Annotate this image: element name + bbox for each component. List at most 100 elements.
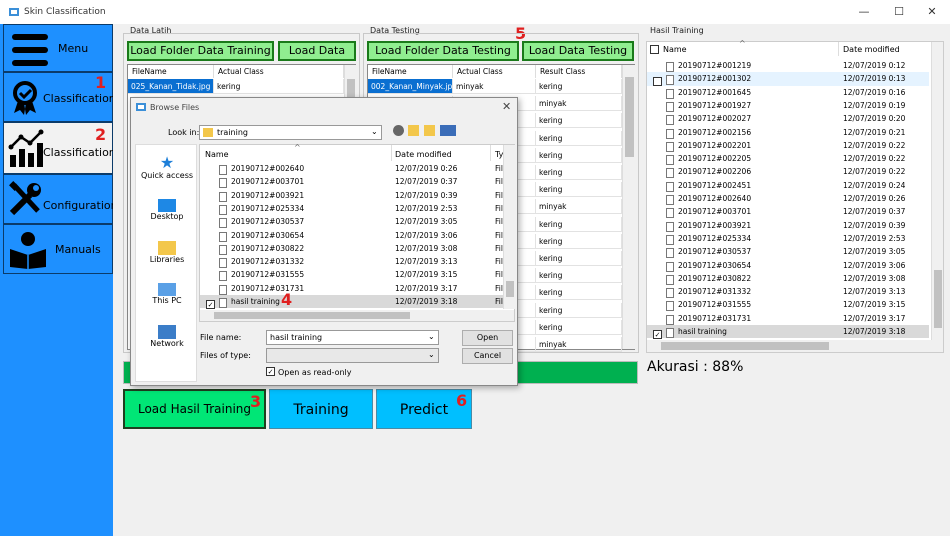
list-item[interactable]: 20190712#002156 12/07/2019 0:21	[647, 126, 929, 139]
cell-filename[interactable]: 025_Kanan_Tidak.jpg	[128, 79, 214, 94]
row-checkbox[interactable]: ✓	[206, 297, 215, 310]
row-checkbox[interactable]: ✓	[653, 327, 662, 340]
scroll-thumb[interactable]	[934, 270, 942, 328]
file-name-input[interactable]: hasil training ⌄	[266, 330, 439, 345]
list-item[interactable]: 20190712#001645 12/07/2019 0:16	[647, 86, 929, 99]
load-data-testing-button[interactable]: Load Data Testing	[522, 41, 634, 61]
cell-result-class[interactable]: minyak	[536, 199, 622, 215]
cell-filename[interactable]: 002_Kanan_Minyak.jpg	[368, 79, 453, 94]
list-item[interactable]: ✓ hasil training 12/07/2019 3:18 Fil	[200, 295, 503, 310]
scroll-thumb[interactable]	[661, 342, 829, 350]
load-hasil-training-button[interactable]: Load Hasil Training	[123, 389, 266, 429]
scroll-thumb[interactable]	[625, 77, 634, 157]
list-item[interactable]: 20190712#002206 12/07/2019 0:22	[647, 165, 929, 179]
select-all-checkbox[interactable]	[650, 45, 659, 54]
place-quick-access[interactable]: ★ Quick access	[136, 155, 198, 181]
list-item[interactable]: 20190712#001219 12/07/2019 0:12	[647, 59, 929, 72]
list-item[interactable]: 20190712#030537 12/07/2019 3:05 Fil	[200, 215, 503, 229]
list-item[interactable]: ✓ hasil training 12/07/2019 3:18	[647, 325, 929, 340]
list-item[interactable]: 20190712#003921 12/07/2019 0:39 Fil	[200, 189, 503, 202]
dialog-close-icon[interactable]: ✕	[502, 100, 511, 113]
look-in-select[interactable]: training ⌄	[199, 125, 382, 140]
list-item[interactable]: 20190712#003921 12/07/2019 0:39	[647, 219, 929, 232]
cell-result-class[interactable]: kering	[536, 268, 622, 284]
list-item[interactable]: 20190712#030537 12/07/2019 3:05	[647, 245, 929, 259]
file-list[interactable]: Name ^ Date modified Ty 20190712#002640 1…	[199, 143, 515, 322]
sidebar-item-classification-2[interactable]: Classification 2	[3, 122, 116, 174]
load-folder-training-button[interactable]: Load Folder Data Training	[127, 41, 274, 61]
column-header[interactable]: Date modified	[843, 45, 900, 54]
cell-result-class[interactable]: kering	[536, 147, 622, 163]
hasil-training-list[interactable]: Name ^ Date modified 20190712#001219 12/0…	[646, 39, 944, 353]
cell-result-class[interactable]: kering	[536, 285, 622, 301]
list-item[interactable]: 20190712#030822 12/07/2019 3:08	[647, 272, 929, 285]
column-header[interactable]: Name	[663, 45, 687, 54]
place-this-pc[interactable]: This PC	[136, 283, 198, 305]
training-button[interactable]: Training	[269, 389, 373, 429]
load-data-button[interactable]: Load Data	[278, 41, 356, 61]
cell-result-class[interactable]: kering	[536, 216, 622, 232]
list-item[interactable]: 20190712#002640 12/07/2019 0:26 Fil	[200, 162, 503, 175]
list-item[interactable]: 20190712#031555 12/07/2019 3:15	[647, 298, 929, 312]
cell-result-class[interactable]: kering	[536, 302, 622, 318]
open-button[interactable]: Open	[462, 330, 513, 346]
place-network[interactable]: Network	[136, 325, 198, 348]
column-header[interactable]: FileName	[368, 65, 453, 78]
maximize-button[interactable]: ☐	[890, 4, 908, 20]
list-item[interactable]: 20190712#031731 12/07/2019 3:17 Fil	[200, 282, 503, 295]
back-icon[interactable]	[393, 125, 404, 136]
scroll-thumb[interactable]	[506, 281, 514, 297]
readonly-checkbox[interactable]: ✓	[266, 367, 275, 376]
cell-result-class[interactable]: kering	[536, 319, 622, 335]
list-item[interactable]: 20190712#031332 12/07/2019 3:13 Fil	[200, 255, 503, 269]
place-libraries[interactable]: Libraries	[136, 241, 198, 264]
list-item[interactable]: 20190712#002205 12/07/2019 0:22	[647, 152, 929, 166]
list-item[interactable]: 20190712#001927 12/07/2019 0:19	[647, 99, 929, 112]
vertical-scrollbar[interactable]	[931, 42, 943, 340]
column-header[interactable]: FileName	[128, 65, 214, 78]
load-folder-testing-button[interactable]: Load Folder Data Testing	[367, 41, 519, 61]
place-desktop[interactable]: Desktop	[136, 199, 198, 221]
vertical-scrollbar[interactable]	[503, 145, 515, 309]
list-item[interactable]: 20190712#002451 12/07/2019 0:24	[647, 179, 929, 192]
list-item[interactable]: 20190712#003701 12/07/2019 0:37	[647, 205, 929, 219]
cell-result-class[interactable]: kering	[536, 113, 622, 129]
column-header[interactable]: Date modified	[395, 150, 452, 159]
list-item[interactable]: 20190712#031731 12/07/2019 3:17	[647, 312, 929, 325]
list-item[interactable]: 20190712#002640 12/07/2019 0:26	[647, 192, 929, 205]
column-header[interactable]: Result Class	[536, 65, 622, 78]
cell-result-class[interactable]: minyak	[536, 96, 622, 112]
cell-result-class[interactable]: kering	[536, 251, 622, 266]
view-menu-icon[interactable]	[440, 125, 456, 136]
vertical-scrollbar[interactable]	[622, 65, 635, 349]
list-item[interactable]: 20190712#031332 12/07/2019 3:13	[647, 285, 929, 299]
scroll-thumb[interactable]	[214, 312, 410, 319]
cancel-button[interactable]: Cancel	[462, 348, 513, 364]
list-item[interactable]: 20190712#002201 12/07/2019 0:22	[647, 139, 929, 152]
horizontal-scrollbar[interactable]	[647, 340, 943, 352]
cell-result-class[interactable]: minyak	[536, 337, 622, 352]
sidebar-item-manuals[interactable]: Manuals	[3, 224, 113, 274]
cell-result-class[interactable]: kering	[536, 233, 622, 249]
horizontal-scrollbar[interactable]	[200, 310, 514, 321]
column-header[interactable]: Actual Class	[214, 65, 344, 78]
close-button[interactable]: ✕	[923, 4, 941, 20]
list-item[interactable]: 20190712#003701 12/07/2019 0:37 Fil	[200, 175, 503, 189]
new-folder-icon[interactable]	[424, 125, 435, 136]
sidebar-item-configuration[interactable]: Configuration	[3, 174, 118, 224]
list-item[interactable]: 20190712#031555 12/07/2019 3:15 Fil	[200, 268, 503, 282]
list-item[interactable]: 20190712#030654 12/07/2019 3:06	[647, 259, 929, 272]
cell-result-class[interactable]: kering	[536, 165, 622, 180]
cell-result-class[interactable]: kering	[536, 182, 622, 198]
sidebar-item-menu[interactable]: Menu	[3, 24, 113, 72]
list-item[interactable]: 20190712#030822 12/07/2019 3:08 Fil	[200, 242, 503, 255]
files-of-type-select[interactable]: ⌄	[266, 348, 439, 363]
minimize-button[interactable]: —	[855, 4, 873, 20]
cell-actual-class[interactable]: minyak	[453, 79, 536, 94]
up-folder-icon[interactable]	[408, 125, 419, 136]
list-item[interactable]: 20190712#025334 12/07/2019 2:53	[647, 232, 929, 245]
column-header[interactable]: Name	[205, 150, 229, 159]
cell-actual-class[interactable]: kering	[214, 79, 344, 94]
sidebar-item-classification-1[interactable]: Classification 1	[3, 72, 116, 122]
cell-result-class[interactable]: kering	[536, 130, 622, 146]
